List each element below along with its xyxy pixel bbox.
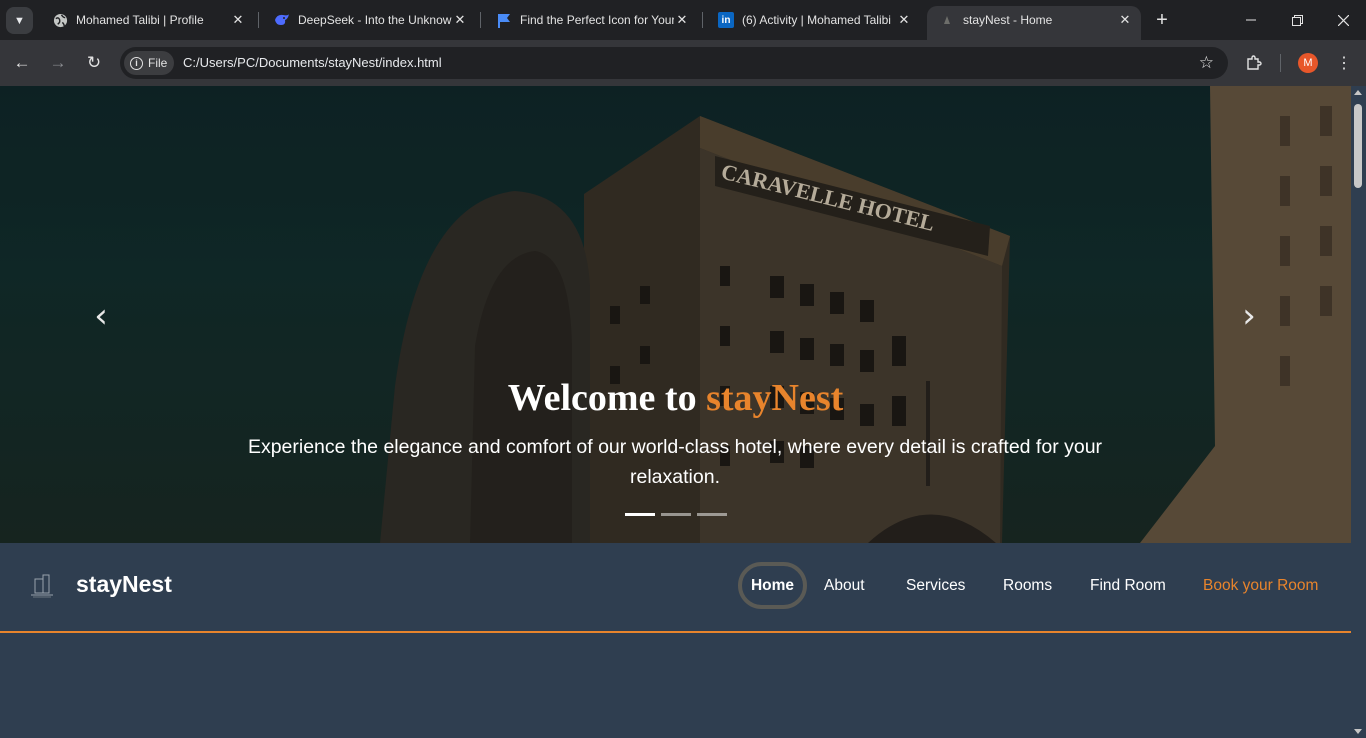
close-icon[interactable]: ✕: [1117, 12, 1133, 28]
arrow-right-icon: →: [49, 53, 67, 72]
tab-deepseek[interactable]: DeepSeek - Into the Unknown ✕: [262, 6, 476, 34]
site-icon: [939, 12, 955, 28]
page-scrollbar[interactable]: [1351, 86, 1366, 738]
minimize-icon: [1246, 19, 1256, 21]
scheme-label: File: [148, 56, 168, 70]
close-icon[interactable]: ✕: [896, 12, 912, 28]
linkedin-icon: in: [718, 12, 734, 28]
tab-icons[interactable]: Find the Perfect Icon for Your ✕: [484, 6, 698, 34]
nav-link-rooms[interactable]: Rooms: [1003, 577, 1052, 595]
forward-button[interactable]: →: [45, 50, 71, 76]
hotel-logo-icon: [31, 574, 53, 598]
chevron-left-icon: ‹: [94, 296, 108, 336]
nav-link-book-room[interactable]: Book your Room: [1203, 577, 1318, 595]
scrollbar-thumb[interactable]: [1354, 104, 1362, 188]
carousel-next-button[interactable]: ›: [1234, 296, 1264, 336]
close-icon[interactable]: ✕: [674, 12, 690, 28]
reload-icon: ↻: [86, 53, 102, 72]
hero-heading-prefix: Welcome to: [507, 377, 707, 419]
close-icon: [1337, 14, 1349, 26]
tab-staynest[interactable]: stayNest - Home ✕: [927, 6, 1141, 40]
tab-title: stayNest - Home: [963, 13, 1053, 27]
tab-divider: [702, 12, 703, 28]
tab-title: DeepSeek - Into the Unknown: [298, 13, 452, 27]
nav-link-about[interactable]: About: [824, 577, 865, 595]
browser-tab-strip: ▼ Mohamed Talibi | Profile ✕ DeepSeek - …: [0, 0, 1366, 40]
carousel-indicator-1[interactable]: [625, 513, 655, 516]
tab-title: Find the Perfect Icon for Your: [520, 13, 674, 27]
hero-heading: Welcome to stayNest: [0, 376, 1351, 420]
scroll-up-arrow-icon[interactable]: [1354, 90, 1362, 95]
close-window-button[interactable]: [1320, 6, 1366, 34]
close-icon[interactable]: ✕: [452, 12, 468, 28]
info-icon: i: [130, 56, 143, 70]
reload-button[interactable]: ↻: [81, 50, 107, 76]
toolbar-divider: [1280, 54, 1281, 72]
back-button[interactable]: ←: [9, 50, 35, 76]
nav-link-find-room[interactable]: Find Room: [1090, 577, 1166, 595]
deepseek-icon: [274, 12, 290, 28]
new-tab-button[interactable]: +: [1150, 8, 1174, 32]
restore-button[interactable]: [1274, 6, 1320, 34]
browser-menu-button[interactable]: ⋮: [1334, 52, 1354, 74]
hero-heading-brand: stayNest: [706, 377, 844, 419]
url-text[interactable]: C:/Users/PC/Documents/stayNest/index.htm…: [183, 55, 442, 70]
chevron-down-icon: ▼: [14, 14, 25, 27]
carousel-indicator-2[interactable]: [661, 513, 691, 516]
site-navbar: stayNest Home About Services Rooms Find …: [0, 543, 1351, 633]
nav-link-services[interactable]: Services: [906, 577, 965, 595]
puzzle-icon: [1247, 55, 1262, 70]
carousel-indicators: [625, 513, 727, 516]
tab-divider: [480, 12, 481, 28]
nav-link-home[interactable]: Home: [738, 562, 807, 609]
browser-toolbar: ← → ↻ i File C:/Users/PC/Documents/stayN…: [0, 40, 1366, 86]
profile-avatar[interactable]: M: [1298, 53, 1318, 73]
bookmark-star-icon[interactable]: ☆: [1199, 53, 1214, 73]
tab-search-button[interactable]: ▼: [6, 7, 33, 34]
tab-divider: [258, 12, 259, 28]
plus-icon: +: [1156, 8, 1168, 31]
flag-icon: [496, 12, 512, 28]
extensions-button[interactable]: [1243, 52, 1265, 74]
hero-subtitle: Experience the elegance and comfort of o…: [247, 436, 1103, 488]
chevron-right-icon: ›: [1242, 296, 1256, 336]
carousel-prev-button[interactable]: ‹: [86, 296, 116, 336]
close-icon[interactable]: ✕: [230, 12, 246, 28]
tab-title: (6) Activity | Mohamed Talibi: [742, 13, 891, 27]
tab-profile[interactable]: Mohamed Talibi | Profile ✕: [40, 6, 254, 34]
tab-title: Mohamed Talibi | Profile: [76, 13, 204, 27]
hero-carousel: CARAVELLE HOTEL ‹ › Welcome to stayNest …: [0, 86, 1351, 543]
restore-icon: [1291, 14, 1303, 26]
tab-linkedin[interactable]: in (6) Activity | Mohamed Talibi ✕: [706, 6, 920, 34]
arrow-left-icon: ←: [13, 53, 31, 72]
scroll-down-arrow-icon[interactable]: [1354, 729, 1362, 734]
globe-icon: [52, 12, 68, 28]
site-brand[interactable]: stayNest: [76, 571, 172, 598]
address-bar[interactable]: i File C:/Users/PC/Documents/stayNest/in…: [120, 47, 1228, 79]
carousel-indicator-3[interactable]: [697, 513, 727, 516]
minimize-button[interactable]: [1228, 6, 1274, 34]
page-viewport: CARAVELLE HOTEL ‹ › Welcome to stayNest …: [0, 86, 1366, 738]
site-info-chip[interactable]: i File: [124, 51, 174, 75]
more-vert-icon: ⋮: [1336, 55, 1352, 72]
